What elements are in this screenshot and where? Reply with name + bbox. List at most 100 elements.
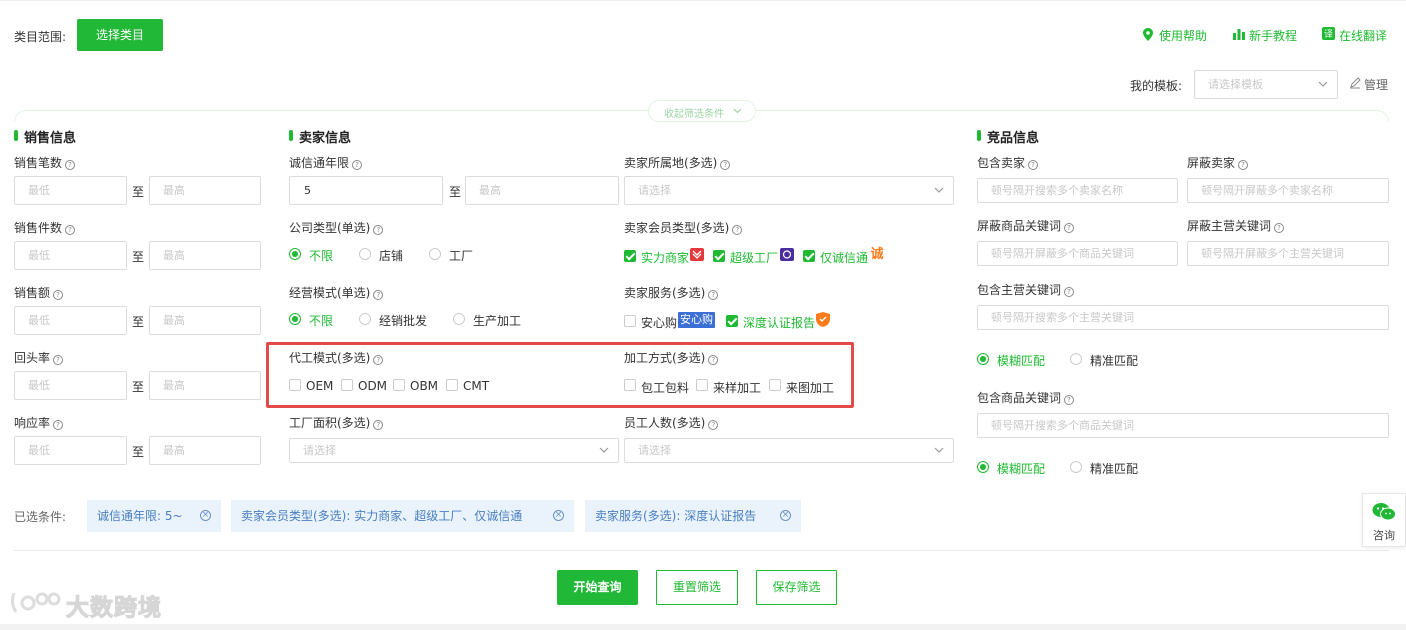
service-secure-buy-checkbox[interactable] <box>624 315 636 327</box>
sales-count-max-input[interactable]: 最高 <box>149 176 261 205</box>
factory-area-select[interactable]: 请选择 <box>289 438 619 463</box>
process-drawing-checkbox[interactable] <box>769 379 781 391</box>
include-goods-kw-input[interactable]: 顿号隔开搜索多个商品关键词 <box>977 413 1389 438</box>
business-mode-wholesale-radio[interactable] <box>359 313 371 325</box>
repurchase-rate-min-input[interactable]: 最低 <box>14 371 127 400</box>
start-query-button[interactable]: 开始查询 <box>557 570 638 605</box>
sales-count-min-input[interactable]: 最低 <box>14 176 127 205</box>
oem-label: OEM <box>306 379 334 393</box>
bottom-bar <box>0 624 1406 630</box>
help-pin-icon <box>1143 28 1153 41</box>
service-deep-cert-checkbox[interactable] <box>726 315 738 327</box>
business-mode-production-radio[interactable] <box>453 313 465 325</box>
staff-select[interactable]: 请选择 <box>624 438 954 463</box>
category-range-label: 类目范围: <box>14 30 67 44</box>
watermark-logo-icon <box>10 592 61 613</box>
collapse-label: 收起筛选条件 <box>664 109 724 120</box>
block-goods-kw-input[interactable]: 顿号隔开屏蔽多个商品关键词 <box>977 241 1178 266</box>
save-filter-button[interactable]: 保存筛选 <box>756 570 837 605</box>
seller-section-title: 卖家信息 <box>288 127 351 146</box>
company-type-any-label: 不限 <box>309 249 334 263</box>
main-kw-fuzzy-radio[interactable] <box>977 353 989 365</box>
question-icon: ? <box>373 290 384 300</box>
sales-amount-max-input[interactable]: 最高 <box>149 306 261 335</box>
main-kw-fuzzy-label: 模糊匹配 <box>997 354 1046 368</box>
range-to-label: 至 <box>132 250 145 264</box>
chevron-down-icon <box>934 447 944 453</box>
select-category-button[interactable]: 选择类目 <box>77 19 163 51</box>
close-icon[interactable]: × <box>200 510 211 521</box>
include-main-kw-label: 包含主营关键词? <box>977 281 1075 298</box>
reset-filter-button[interactable]: 重置筛选 <box>656 570 738 605</box>
location-label: 卖家所属地(多选)? <box>624 154 731 171</box>
company-type-factory-radio[interactable] <box>429 248 441 260</box>
staff-label: 员工人数(多选)? <box>624 414 719 431</box>
selected-tag: 卖家会员类型(多选): 实力商家、超级工厂、仅诚信通 × <box>231 500 574 532</box>
translate-link-label: 在线翻译 <box>1339 29 1388 43</box>
process-full-checkbox[interactable] <box>624 379 636 391</box>
question-icon: ? <box>352 160 363 170</box>
secure-buy-badge: 安心购 <box>678 312 715 328</box>
close-icon[interactable]: × <box>780 510 791 521</box>
svg-text:诚: 诚 <box>870 246 883 261</box>
member-strong-checkbox[interactable] <box>624 250 636 262</box>
location-select[interactable]: 请选择 <box>624 176 954 205</box>
question-icon: ? <box>1028 160 1039 170</box>
selected-tag: 卖家服务(多选): 深度认证报告 × <box>585 500 801 532</box>
help-link-label: 使用帮助 <box>1159 29 1208 43</box>
collapse-filter-toggle[interactable]: 收起筛选条件 <box>648 100 756 122</box>
process-sample-checkbox[interactable] <box>696 379 708 391</box>
main-kw-exact-label: 精准匹配 <box>1090 354 1139 368</box>
member-super-factory-label: 超级工厂 <box>730 251 779 265</box>
repurchase-rate-max-input[interactable]: 最高 <box>149 371 261 400</box>
block-main-kw-label: 屏蔽主营关键词? <box>1187 217 1285 234</box>
oem-mode-label: 代工模式(多选)? <box>289 349 384 366</box>
main-kw-exact-radio[interactable] <box>1070 353 1082 365</box>
process-mode-label: 加工方式(多选)? <box>624 349 719 366</box>
question-icon: ? <box>65 160 76 170</box>
response-rate-min-input[interactable]: 最低 <box>14 436 127 465</box>
goods-kw-fuzzy-radio[interactable] <box>977 461 989 473</box>
member-tp-checkbox[interactable] <box>803 250 815 262</box>
sales-amount-min-input[interactable]: 最低 <box>14 306 127 335</box>
years-min-input[interactable]: 5 <box>289 176 443 205</box>
translate-icon: 译 <box>1322 27 1335 40</box>
block-goods-kw-label: 屏蔽商品关键词? <box>977 217 1075 234</box>
include-seller-input[interactable]: 顿号隔开搜索多个卖家名称 <box>977 178 1178 203</box>
super-factory-badge-icon <box>780 248 794 261</box>
sales-qty-min-input[interactable]: 最低 <box>14 241 127 270</box>
member-super-factory-checkbox[interactable] <box>713 250 725 262</box>
cmt-checkbox[interactable] <box>446 379 458 391</box>
goods-kw-exact-label: 精准匹配 <box>1090 462 1139 476</box>
range-to-label: 至 <box>132 445 145 459</box>
question-icon: ? <box>1064 395 1075 405</box>
block-main-kw-input[interactable]: 顿号隔开屏蔽多个主营关键词 <box>1187 241 1389 266</box>
company-type-store-radio[interactable] <box>359 248 371 260</box>
question-icon: ? <box>53 420 64 430</box>
years-max-input[interactable]: 最高 <box>465 176 619 205</box>
close-icon[interactable]: × <box>553 510 564 521</box>
range-to-label: 至 <box>449 185 462 199</box>
selected-tag-text: 卖家服务(多选): 深度认证报告 <box>595 509 757 523</box>
sales-qty-max-input[interactable]: 最高 <box>149 241 261 270</box>
template-select[interactable]: 请选择模板 <box>1194 70 1338 99</box>
business-mode-any-radio[interactable] <box>289 313 301 325</box>
member-strong-label: 实力商家 <box>641 251 690 265</box>
oem-checkbox[interactable] <box>289 379 301 391</box>
consult-button[interactable]: 咨询 <box>1362 493 1406 547</box>
company-type-any-radio[interactable] <box>289 248 301 260</box>
block-seller-input[interactable]: 顿号隔开屏蔽多个卖家名称 <box>1187 178 1389 203</box>
odm-checkbox[interactable] <box>341 379 353 391</box>
selected-tag-text: 诚信通年限: 5~ <box>97 509 183 523</box>
chevron-down-icon <box>934 187 944 193</box>
response-rate-max-input[interactable]: 最高 <box>149 436 261 465</box>
include-main-kw-input[interactable]: 顿号隔开搜索多个主营关键词 <box>977 305 1389 330</box>
question-icon: ? <box>373 420 384 430</box>
response-rate-label: 响应率? <box>14 414 64 431</box>
obm-checkbox[interactable] <box>393 379 405 391</box>
question-icon: ? <box>708 290 719 300</box>
question-icon: ? <box>708 420 719 430</box>
goods-kw-fuzzy-label: 模糊匹配 <box>997 462 1046 476</box>
cmt-label: CMT <box>463 379 490 393</box>
goods-kw-exact-radio[interactable] <box>1070 461 1082 473</box>
